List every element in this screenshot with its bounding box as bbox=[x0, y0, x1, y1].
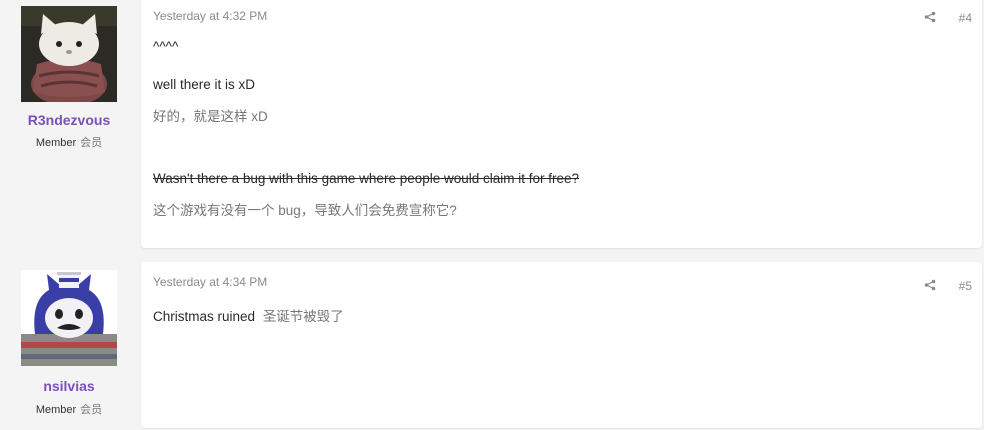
user-role: Member 会员 bbox=[0, 134, 138, 150]
post-number[interactable]: #5 bbox=[959, 279, 972, 293]
post-timestamp[interactable]: Yesterday at 4:32 PM bbox=[153, 9, 267, 23]
post-text-caret: ^^^^ bbox=[153, 39, 179, 54]
post: R3ndezvous Member 会员 Yesterday at 4:32 PM… bbox=[0, 0, 984, 250]
post-card: Yesterday at 4:34 PM #5 Christmas ruined… bbox=[141, 262, 982, 428]
role-label-translation: 会员 bbox=[80, 137, 103, 149]
post-text-line: Christmas ruined 圣诞节被毁了 bbox=[153, 305, 344, 325]
share-icon[interactable] bbox=[924, 279, 936, 291]
username[interactable]: nsilvias bbox=[0, 378, 138, 394]
post-text-translation: 这个游戏有没有一个 bug，导致人们会免费宣称它? bbox=[153, 203, 457, 218]
role-label-translation: 会员 bbox=[80, 404, 103, 416]
role-label: Member bbox=[35, 137, 77, 149]
post-text-translation: 好的，就是这样 xD bbox=[153, 109, 268, 124]
role-label: Member bbox=[35, 404, 77, 416]
post-text-strikethrough: Wasn't there a bug with this game where … bbox=[153, 171, 580, 186]
post-text-translation: 圣诞节被毁了 bbox=[262, 309, 344, 324]
avatar[interactable] bbox=[21, 270, 117, 366]
share-icon[interactable] bbox=[924, 11, 936, 23]
user-role: Member 会员 bbox=[0, 401, 138, 417]
post-text-line: well there it is xD bbox=[153, 77, 256, 92]
post-card: Yesterday at 4:32 PM #4 ^^^^ well there … bbox=[141, 0, 982, 248]
username[interactable]: R3ndezvous bbox=[0, 112, 138, 128]
post-timestamp[interactable]: Yesterday at 4:34 PM bbox=[153, 275, 267, 289]
post-text: Christmas ruined bbox=[153, 309, 256, 324]
post-number[interactable]: #4 bbox=[959, 11, 972, 25]
post: nsilvias Member 会员 Yesterday at 4:34 PM #… bbox=[0, 262, 984, 430]
avatar[interactable] bbox=[21, 6, 117, 102]
